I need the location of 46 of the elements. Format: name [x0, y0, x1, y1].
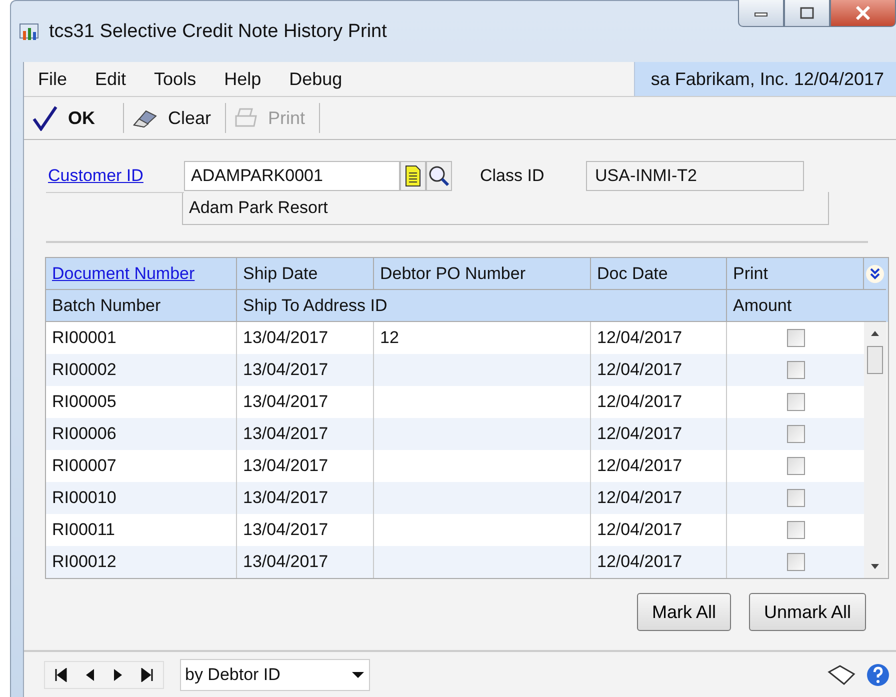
expand-icon[interactable]	[865, 264, 885, 284]
ok-button[interactable]: OK	[24, 103, 124, 133]
class-id-label: Class ID	[480, 166, 546, 186]
print-checkbox[interactable]	[786, 393, 804, 411]
print-checkbox[interactable]	[786, 521, 804, 539]
menu-item[interactable]: Debug	[275, 68, 356, 90]
previous-record-icon[interactable]	[85, 668, 95, 682]
scroll-thumb[interactable]	[867, 346, 883, 374]
session-info: sa Fabrikam, Inc. 12/04/2017	[634, 62, 896, 96]
window-title: tcs31 Selective Credit Note History Print	[49, 20, 387, 42]
menu-item[interactable]: Tools	[140, 68, 210, 90]
customer-id-field[interactable]: ADAMPARK0001	[184, 161, 400, 191]
clear-button[interactable]: Clear	[124, 103, 226, 133]
customer-id-link[interactable]: Customer ID	[48, 166, 144, 186]
sort-dropdown[interactable]: by Debtor ID	[180, 659, 370, 691]
menu-item[interactable]: Edit	[81, 68, 140, 90]
close-icon	[854, 6, 872, 20]
next-record-icon[interactable]	[113, 668, 123, 682]
help-icon[interactable]	[866, 663, 890, 687]
column-header-link[interactable]: Document Number	[52, 264, 195, 284]
printer-icon	[234, 107, 258, 129]
first-record-icon[interactable]	[55, 668, 67, 682]
print-checkbox[interactable]	[786, 553, 804, 571]
maximize-icon	[798, 6, 816, 20]
minimize-button[interactable]	[738, 0, 784, 27]
search-icon[interactable]	[426, 161, 452, 191]
mark-button[interactable]: Unmark All	[748, 593, 866, 631]
maximize-button[interactable]	[784, 0, 830, 27]
table-cell: RI00012	[46, 546, 237, 578]
print-checkbox[interactable]	[786, 425, 804, 443]
checkmark-icon	[32, 105, 58, 131]
menu-item[interactable]: Help	[210, 68, 276, 90]
last-record-icon[interactable]	[141, 668, 153, 682]
close-button[interactable]	[830, 0, 896, 27]
customer-name-field: Adam Park Resort	[182, 192, 829, 225]
class-id-field: USA-INMI-T2	[586, 161, 804, 191]
table-cell: 13/04/2017	[237, 546, 374, 578]
print-checkbox[interactable]	[786, 329, 804, 347]
menu-item[interactable]: File	[24, 68, 82, 90]
dropdown-arrow-icon	[351, 671, 365, 679]
print-checkbox[interactable]	[786, 361, 804, 379]
print-checkbox[interactable]	[786, 457, 804, 475]
mark-button[interactable]: Mark All	[636, 593, 731, 631]
print-checkbox[interactable]	[786, 489, 804, 507]
table-cell: 12/04/2017	[591, 546, 727, 578]
app-icon	[19, 22, 41, 42]
